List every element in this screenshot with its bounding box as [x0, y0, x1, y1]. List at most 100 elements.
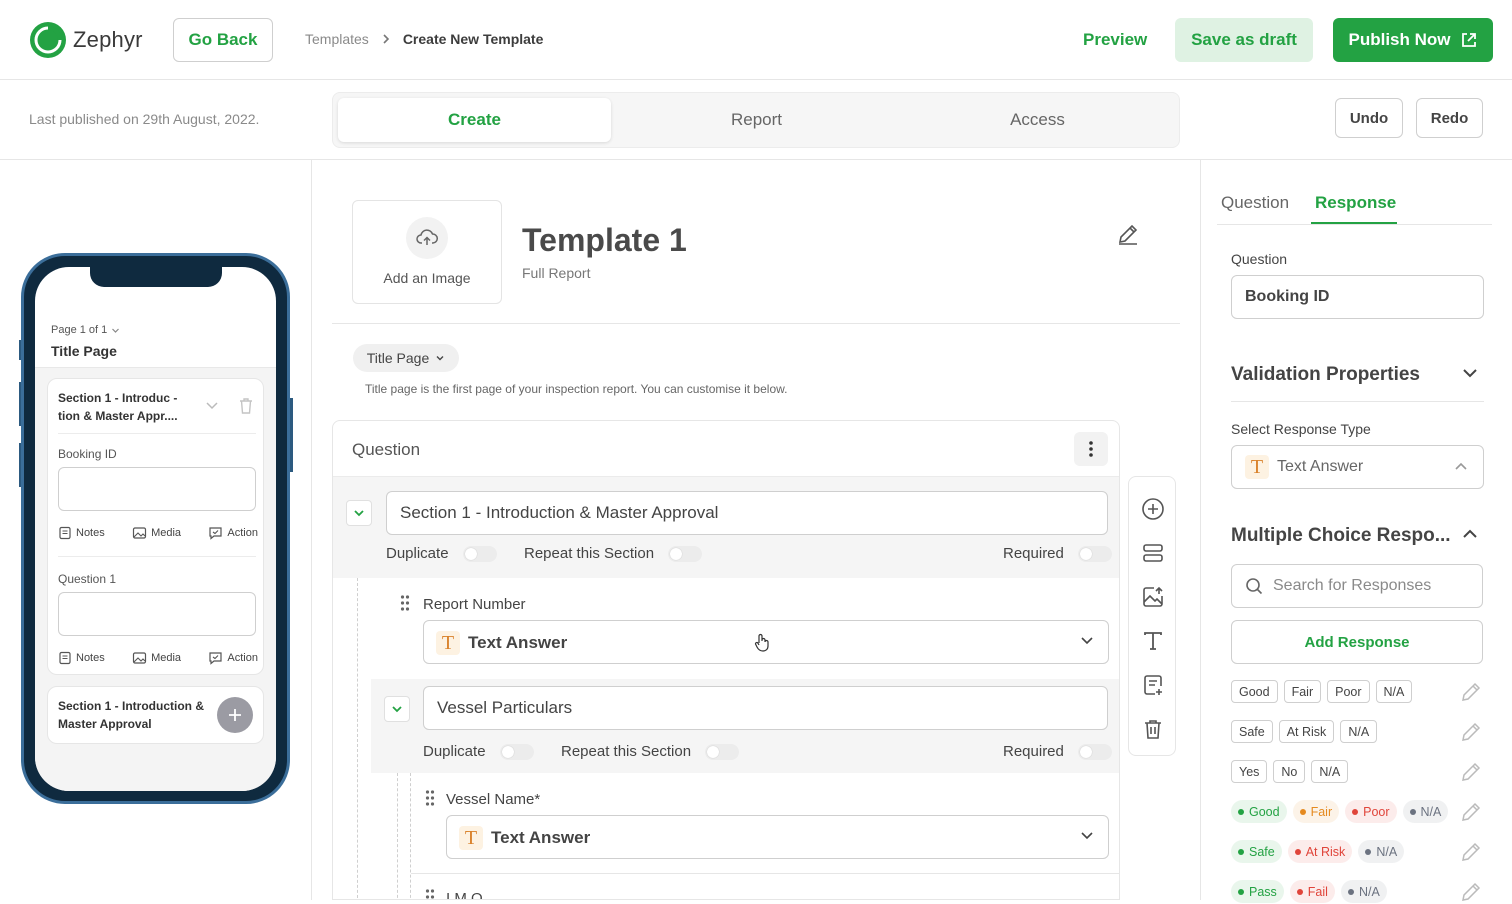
- add-note-button[interactable]: [1141, 673, 1165, 697]
- phone-question-input[interactable]: [58, 467, 256, 511]
- response-type-select[interactable]: T Text Answer: [423, 620, 1109, 664]
- drag-handle-icon[interactable]: [425, 888, 435, 900]
- breadcrumb-templates[interactable]: Templates: [305, 31, 369, 47]
- toggle-switch[interactable]: [499, 743, 534, 760]
- action-action[interactable]: Action: [208, 651, 258, 665]
- response-chip-label: At Risk: [1305, 844, 1346, 859]
- add-text-button[interactable]: [1141, 629, 1165, 653]
- add-image-button[interactable]: [1141, 585, 1165, 609]
- add-section-icon: [1143, 544, 1163, 562]
- tab-create[interactable]: Create: [338, 98, 611, 142]
- collapse-section-button[interactable]: [384, 696, 410, 722]
- chevron-up-icon[interactable]: [1454, 461, 1468, 471]
- undo-button[interactable]: Undo: [1335, 98, 1403, 138]
- add-question-button[interactable]: [1141, 497, 1165, 521]
- page-selector[interactable]: Page 1 of 1: [51, 324, 120, 336]
- phone-question-input[interactable]: [58, 592, 256, 636]
- required-toggle[interactable]: Required: [1003, 545, 1112, 562]
- response-set[interactable]: Good Fair Poor N/A: [1231, 680, 1413, 703]
- toggle-switch[interactable]: [462, 545, 497, 562]
- toggle-switch[interactable]: [705, 743, 740, 760]
- search-responses-input[interactable]: Search for Responses: [1231, 564, 1483, 608]
- response-type-dropdown[interactable]: T Text Answer: [1231, 445, 1484, 489]
- drag-handle-icon[interactable]: [425, 789, 435, 807]
- pencil-icon[interactable]: [1459, 840, 1483, 864]
- more-options-button[interactable]: [1074, 432, 1108, 466]
- notes-label: Notes: [76, 527, 105, 539]
- pencil-icon[interactable]: [1459, 880, 1483, 904]
- pencil-icon[interactable]: [1115, 221, 1141, 247]
- required-toggle[interactable]: Required: [1003, 743, 1112, 760]
- toggle-switch[interactable]: [668, 545, 703, 562]
- required-label: Required: [1003, 545, 1064, 562]
- question-label[interactable]: Report Number: [423, 596, 526, 613]
- response-set[interactable]: Yes No N/A: [1231, 760, 1349, 783]
- duplicate-toggle[interactable]: Duplicate: [423, 743, 534, 760]
- chevron-up-icon[interactable]: [1462, 528, 1478, 540]
- template-title[interactable]: Template 1: [522, 222, 687, 259]
- delete-button[interactable]: [1141, 717, 1165, 741]
- add-section-button[interactable]: [1141, 541, 1165, 565]
- action-icon: [209, 652, 223, 665]
- publish-button[interactable]: Publish Now: [1333, 18, 1493, 62]
- question-label[interactable]: Vessel Name*: [446, 791, 540, 808]
- pencil-icon[interactable]: [1459, 680, 1483, 704]
- question-field[interactable]: Booking ID: [1231, 275, 1484, 319]
- save-draft-button[interactable]: Save as draft: [1175, 18, 1313, 62]
- section-header: Section 1 - Introduction & Master Approv…: [333, 477, 1119, 578]
- response-set[interactable]: Good Fair Poor N/A: [1231, 800, 1449, 823]
- response-chip: N/A: [1358, 840, 1405, 863]
- repeat-label: Repeat this Section: [561, 743, 692, 760]
- add-button[interactable]: [217, 697, 253, 733]
- chevron-down-icon[interactable]: [205, 401, 219, 411]
- add-note-icon: [1144, 675, 1162, 695]
- validation-heading[interactable]: Validation Properties: [1231, 364, 1420, 386]
- status-dot: [1238, 848, 1244, 855]
- notes-action[interactable]: Notes: [58, 526, 105, 540]
- media-action[interactable]: Media: [132, 651, 181, 665]
- toggle-switch[interactable]: [1077, 743, 1112, 760]
- redo-button[interactable]: Redo: [1416, 98, 1483, 138]
- response-set[interactable]: Safe At Risk N/A: [1231, 720, 1378, 743]
- phone-collapsed-section[interactable]: Section 1 - Introduction & Master Approv…: [47, 686, 264, 744]
- response-chip-label: Poor: [1363, 804, 1390, 819]
- tab-access[interactable]: Access: [901, 98, 1174, 142]
- notes-label: Notes: [76, 652, 105, 664]
- repeat-toggle[interactable]: Repeat this Section: [561, 743, 740, 760]
- action-action[interactable]: Action: [208, 526, 258, 540]
- tab-response[interactable]: Response: [1315, 193, 1396, 213]
- collapse-section-button[interactable]: [346, 500, 372, 526]
- add-response-button[interactable]: Add Response: [1231, 620, 1483, 664]
- question-label[interactable]: I.M.O.: [446, 890, 487, 899]
- response-type-select[interactable]: T Text Answer: [446, 815, 1109, 859]
- tab-report[interactable]: Report: [620, 98, 893, 142]
- response-chip: N/A: [1402, 800, 1449, 823]
- toggle-switch[interactable]: [1077, 545, 1112, 562]
- multiple-choice-heading[interactable]: Multiple Choice Respo...: [1231, 525, 1451, 547]
- repeat-label: Repeat this Section: [524, 545, 655, 562]
- notes-action[interactable]: Notes: [58, 651, 105, 665]
- add-image-box[interactable]: Add an Image: [352, 200, 502, 304]
- preview-button[interactable]: Preview: [1083, 30, 1147, 50]
- trash-icon[interactable]: [237, 396, 255, 416]
- pencil-icon[interactable]: [1459, 760, 1483, 784]
- mode-tabs: Create Report Access: [332, 92, 1180, 148]
- go-back-button[interactable]: Go Back: [173, 18, 273, 62]
- search-icon: [1246, 578, 1263, 595]
- section-title-input[interactable]: Vessel Particulars: [423, 686, 1108, 730]
- logo[interactable]: Zephyr: [29, 21, 143, 59]
- repeat-toggle[interactable]: Repeat this Section: [524, 545, 703, 562]
- logo-text: Zephyr: [73, 27, 143, 52]
- duplicate-toggle[interactable]: Duplicate: [386, 545, 497, 562]
- chevron-down-icon[interactable]: [1462, 367, 1478, 379]
- pencil-icon[interactable]: [1459, 720, 1483, 744]
- section-title-input[interactable]: Section 1 - Introduction & Master Approv…: [386, 491, 1108, 535]
- phone-screen: Page 1 of 1 Title Page Section 1 - Intro…: [35, 267, 276, 791]
- response-set[interactable]: Safe At Risk N/A: [1231, 840, 1405, 863]
- media-action[interactable]: Media: [132, 526, 181, 540]
- response-chip: No: [1273, 760, 1306, 783]
- drag-handle-icon[interactable]: [400, 594, 410, 612]
- page-dropdown[interactable]: Title Page: [353, 344, 459, 372]
- pencil-icon[interactable]: [1459, 800, 1483, 824]
- tab-question[interactable]: Question: [1221, 193, 1289, 213]
